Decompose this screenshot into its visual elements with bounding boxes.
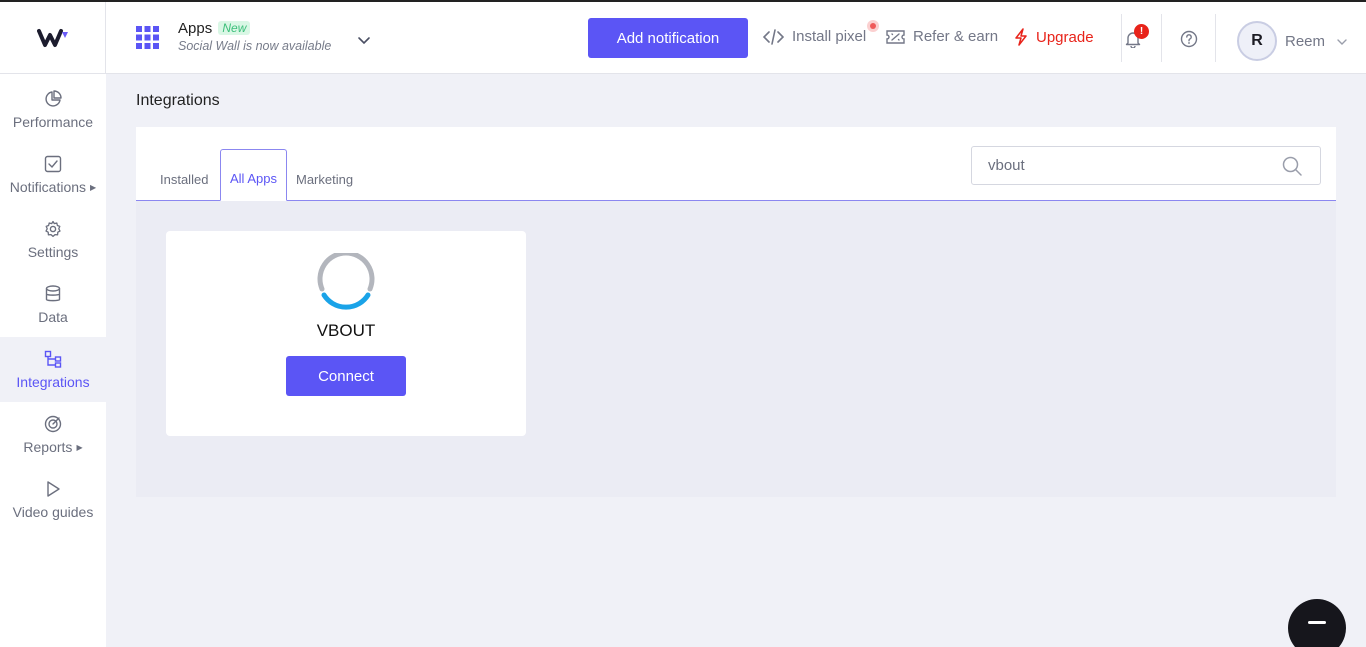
caret-right-icon: ▶ xyxy=(76,442,83,452)
apps-subtitle: Social Wall is now available xyxy=(178,39,332,53)
user-name[interactable]: Reem xyxy=(1285,33,1325,50)
pie-chart-icon xyxy=(45,89,62,107)
sidebar: Performance Notifications ▶ Settings Data… xyxy=(0,74,106,647)
sidebar-item-data[interactable]: Data xyxy=(0,272,106,337)
caret-right-icon: ▶ xyxy=(90,182,97,192)
logo[interactable] xyxy=(0,2,106,74)
new-badge: New xyxy=(218,21,251,35)
integrations-icon xyxy=(44,350,62,368)
sidebar-item-label: Settings xyxy=(27,243,79,260)
code-icon xyxy=(763,28,784,45)
sidebar-item-label: Integrations xyxy=(16,373,90,390)
install-pixel-link[interactable]: Install pixel xyxy=(763,28,866,45)
chevron-down-icon[interactable] xyxy=(1336,36,1348,48)
search-box xyxy=(971,146,1321,185)
install-pixel-label: Install pixel xyxy=(792,28,867,45)
divider xyxy=(1215,14,1216,62)
sidebar-item-label: Performance xyxy=(12,113,94,130)
integration-name: VBOUT xyxy=(316,321,376,340)
apps-title: Apps xyxy=(178,20,213,37)
connect-button[interactable]: Connect xyxy=(286,356,406,396)
sidebar-item-integrations[interactable]: Integrations xyxy=(0,337,106,402)
logo-icon xyxy=(36,29,68,47)
divider xyxy=(1121,14,1122,62)
gear-icon xyxy=(45,220,61,237)
panel-header: Installed All Apps Marketing xyxy=(136,127,1336,201)
divider xyxy=(1161,14,1162,62)
avatar[interactable]: R xyxy=(1237,21,1277,61)
sidebar-item-label: Video guides xyxy=(12,503,94,520)
page-title: Integrations xyxy=(136,92,220,109)
search-icon[interactable] xyxy=(1282,156,1302,176)
sidebar-item-label: Notifications xyxy=(9,178,87,195)
apps-grid-icon[interactable] xyxy=(136,26,159,49)
upgrade-link[interactable]: Upgrade xyxy=(1014,28,1094,46)
tab-installed[interactable]: Installed xyxy=(152,149,216,201)
search-input[interactable] xyxy=(988,157,1268,174)
sidebar-item-label: Data xyxy=(38,308,68,325)
help-icon[interactable] xyxy=(1180,30,1198,48)
ticket-icon xyxy=(886,29,905,44)
database-icon xyxy=(45,284,61,301)
sidebar-item-video-guides[interactable]: Video guides xyxy=(0,467,106,532)
integration-card: VBOUT Connect xyxy=(166,231,526,436)
vbout-logo-icon xyxy=(317,253,375,310)
play-icon xyxy=(47,480,60,497)
sidebar-item-settings[interactable]: Settings xyxy=(0,207,106,272)
add-notification-button[interactable]: Add notification xyxy=(588,18,748,58)
upgrade-label: Upgrade xyxy=(1036,28,1094,46)
notification-badge: ! xyxy=(1134,24,1149,39)
refer-earn-link[interactable]: Refer & earn xyxy=(886,28,998,45)
chat-widget-icon[interactable] xyxy=(1288,599,1346,647)
pulse-dot xyxy=(867,20,879,32)
integrations-panel: Installed All Apps Marketing VBOUT Conne… xyxy=(136,127,1336,497)
sidebar-item-reports[interactable]: Reports ▶ xyxy=(0,402,106,467)
tab-marketing[interactable]: Marketing xyxy=(288,149,361,201)
sidebar-item-notifications[interactable]: Notifications ▶ xyxy=(0,142,106,207)
lightning-icon xyxy=(1015,28,1027,46)
sidebar-item-performance[interactable]: Performance xyxy=(0,77,106,142)
chevron-down-icon[interactable] xyxy=(356,32,372,48)
refer-earn-label: Refer & earn xyxy=(913,28,999,45)
tab-all-apps[interactable]: All Apps xyxy=(220,149,287,201)
apps-menu[interactable]: Apps New Social Wall is now available xyxy=(178,20,331,53)
check-square-icon xyxy=(44,155,62,172)
target-icon xyxy=(44,415,62,432)
sidebar-item-label: Reports xyxy=(23,438,73,455)
top-bar: Apps New Social Wall is now available Ad… xyxy=(0,2,1366,74)
